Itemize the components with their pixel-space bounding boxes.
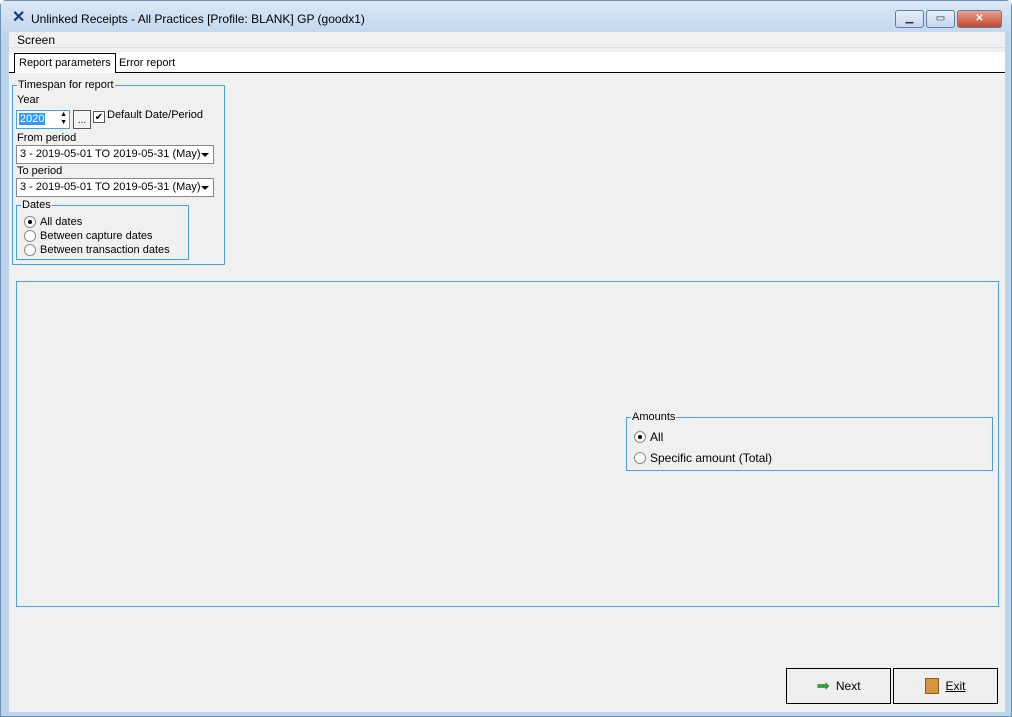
client-area: Screen Report parameters Error report Ti… xyxy=(9,32,1005,712)
to-period-select[interactable]: 3 - 2019-05-01 TO 2019-05-31 (May) xyxy=(16,178,214,197)
minimize-button[interactable]: ▁ xyxy=(895,10,924,28)
chevron-down-icon xyxy=(201,186,209,190)
to-period-value: 3 - 2019-05-01 TO 2019-05-31 (May) xyxy=(20,181,201,193)
from-period-value: 3 - 2019-05-01 TO 2019-05-31 (May) xyxy=(20,148,201,160)
radio-amount-specific[interactable]: Specific amount (Total) xyxy=(634,451,772,465)
maximize-button[interactable]: ▭ xyxy=(926,10,955,28)
window-frame: ✕ Unlinked Receipts - All Practices [Pro… xyxy=(0,0,1012,717)
next-label: Next xyxy=(835,679,861,693)
exit-door-icon xyxy=(925,678,940,694)
radio-label: All xyxy=(650,430,664,444)
exit-label: Exit xyxy=(945,679,966,693)
spinner-arrows-icon[interactable]: ▲ ▼ xyxy=(60,111,67,127)
radio-icon[interactable] xyxy=(634,452,646,464)
tab-error-report[interactable]: Error report xyxy=(115,54,179,73)
radio-icon[interactable] xyxy=(24,216,36,228)
radio-icon[interactable] xyxy=(24,244,36,256)
app-icon: ✕ xyxy=(12,9,26,26)
radio-capture-dates[interactable]: Between capture dates xyxy=(24,230,153,242)
radio-icon[interactable] xyxy=(24,230,36,242)
radio-transaction-dates[interactable]: Between transaction dates xyxy=(24,244,170,256)
close-button[interactable]: ✕ xyxy=(957,10,1002,28)
next-button[interactable]: ➡ Next xyxy=(786,668,891,704)
arrow-right-icon: ➡ xyxy=(816,678,830,695)
menu-screen[interactable]: Screen xyxy=(17,33,55,47)
timespan-legend: Timespan for report xyxy=(18,79,114,91)
from-period-select[interactable]: 3 - 2019-05-01 TO 2019-05-31 (May) xyxy=(16,145,214,164)
radio-all-dates[interactable]: All dates xyxy=(24,216,82,228)
radio-icon[interactable] xyxy=(634,431,646,443)
year-label: Year xyxy=(17,94,40,106)
default-date-checkbox[interactable]: ✔ xyxy=(93,111,105,123)
exit-button[interactable]: Exit xyxy=(893,668,998,704)
radio-label: Specific amount (Total) xyxy=(650,451,773,465)
year-value[interactable]: 2020 xyxy=(19,113,46,125)
menu-bar: Screen xyxy=(9,32,1005,48)
dates-legend: Dates xyxy=(22,199,51,211)
browse-button[interactable]: ... xyxy=(73,110,91,129)
tab-report-parameters[interactable]: Report parameters xyxy=(14,53,116,73)
radio-label: Between transaction dates xyxy=(40,244,170,256)
tab-strip: Report parameters Error report xyxy=(9,52,1005,73)
radio-label: All dates xyxy=(40,216,83,228)
amounts-legend: Amounts xyxy=(632,411,676,423)
default-date-label: Default Date/Period xyxy=(107,109,203,121)
from-period-label: From period xyxy=(17,132,77,144)
year-spinner[interactable]: 2020 ▲ ▼ xyxy=(16,110,70,129)
window-title: Unlinked Receipts - All Practices [Profi… xyxy=(31,12,365,26)
radio-label: Between capture dates xyxy=(40,230,153,242)
radio-amount-all[interactable]: All xyxy=(634,430,663,444)
chevron-down-icon xyxy=(201,153,209,157)
title-bar: ✕ Unlinked Receipts - All Practices [Pro… xyxy=(1,1,1011,33)
to-period-label: To period xyxy=(17,165,63,177)
